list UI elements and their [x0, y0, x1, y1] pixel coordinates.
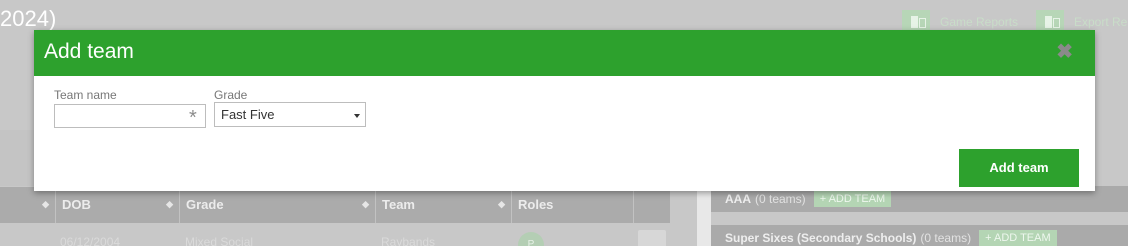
grade-name: AAA: [725, 192, 751, 206]
team-name-input[interactable]: [54, 104, 206, 128]
team-cell: Raybands: [381, 235, 436, 246]
table-row[interactable]: 06/12/2004 Mixed Social Raybands: [0, 223, 670, 246]
players-table-header: ◆ DOB ◆ Grade ◆ Team ◆ Roles: [0, 187, 670, 223]
add-team-submit-button[interactable]: Add team: [959, 149, 1079, 187]
add-team-button[interactable]: + ADD TEAM: [813, 191, 892, 207]
sort-icon: ◆: [498, 199, 505, 209]
dob-cell: 06/12/2004: [60, 235, 121, 246]
grade-select[interactable]: Fast Five: [214, 102, 366, 127]
grade-cell: Mixed Social: [185, 235, 254, 246]
team-name-label: Team name: [54, 88, 117, 102]
export-reports-label: Export Re: [1074, 15, 1128, 29]
required-asterisk-icon: *: [189, 107, 197, 129]
modal-title: Add team: [44, 40, 134, 63]
column-header-dob[interactable]: DOB ◆: [56, 187, 180, 223]
close-icon[interactable]: ✖: [1056, 42, 1073, 62]
grade-team-count: (0 teams): [920, 231, 972, 245]
add-team-modal: Add team ✖ Team name * Grade Fast Five A…: [34, 30, 1095, 191]
sort-icon: ◆: [362, 199, 369, 209]
grade-row-super-sixes: Super Sixes (Secondary Schools) (0 teams…: [711, 225, 1128, 246]
grade-selected-value: Fast Five: [221, 107, 275, 122]
page-title: 2024): [0, 6, 57, 31]
grade-name: Super Sixes (Secondary Schools): [725, 231, 917, 245]
plus-icon: +: [985, 232, 992, 244]
game-reports-label: Game Reports: [940, 15, 1019, 29]
column-header-grade[interactable]: Grade ◆: [180, 187, 376, 223]
plus-icon: +: [819, 193, 827, 205]
column-header-actions: [634, 187, 670, 223]
modal-header: Add team ✖: [34, 30, 1095, 76]
edit-pencil-icon[interactable]: [638, 230, 666, 246]
sort-icon: ◆: [166, 199, 173, 209]
column-header-empty[interactable]: ◆: [0, 187, 56, 223]
column-header-team[interactable]: Team ◆: [376, 187, 512, 223]
add-team-button[interactable]: + ADD TEAM: [979, 230, 1057, 246]
grade-team-count: (0 teams): [755, 192, 806, 206]
sort-icon: ◆: [42, 199, 49, 209]
grade-label: Grade: [214, 88, 248, 102]
caret-down-icon: [354, 114, 360, 118]
column-header-roles: Roles: [512, 187, 634, 223]
